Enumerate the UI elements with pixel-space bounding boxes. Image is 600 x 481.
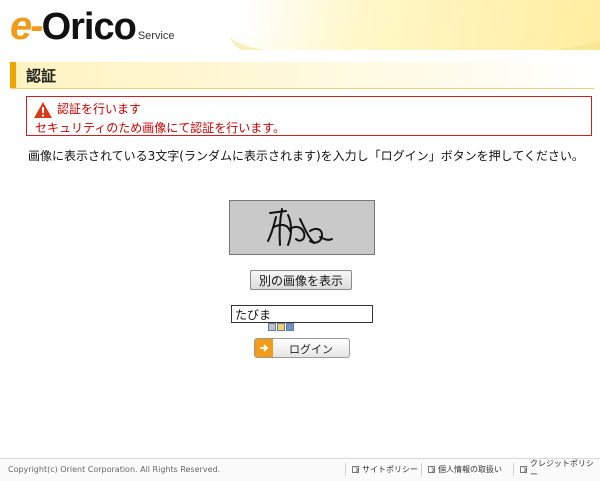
footer-link-site-policy[interactable]: サイトポリシー: [352, 462, 418, 476]
eorico-logo[interactable]: e- Orico Service: [10, 4, 175, 48]
footer-link-label: クレジットポリシー: [529, 459, 594, 479]
footer-link-label: 個人情報の取扱い: [438, 464, 502, 474]
link-arrow-icon: [352, 465, 359, 473]
instruction-text: 画像に表示されている3文字(ランダムに表示されます)を入力し「ログイン」ボタンを…: [28, 149, 584, 163]
footer-divider: [513, 463, 514, 476]
page-title: 認証: [26, 67, 57, 85]
footer-link-privacy[interactable]: 個人情報の取扱い: [428, 462, 502, 476]
login-button-label: ログイン: [289, 344, 333, 356]
link-arrow-icon: [428, 465, 435, 473]
login-button[interactable]: ログイン: [254, 338, 350, 358]
header-swoosh: [230, 0, 600, 50]
title-accent: [10, 62, 16, 88]
footer-link-label: サイトポリシー: [362, 464, 418, 474]
copyright-text: Copyright(c) Orient Corporation. All Rig…: [8, 465, 221, 474]
footer-divider: [345, 463, 346, 476]
show-other-image-button[interactable]: 別の画像を表示: [250, 270, 352, 290]
warning-triangle-icon: [34, 102, 52, 118]
arrow-right-icon: [255, 339, 273, 357]
ime-toolbar[interactable]: [268, 323, 294, 331]
alert-heading: 認証を行います: [57, 102, 142, 116]
page-title-bar: 認証: [10, 62, 594, 89]
logo-orico: Orico: [41, 6, 137, 48]
logo-e: e-: [10, 4, 44, 48]
alert-message: セキュリティのため画像にて認証を行います。: [35, 121, 286, 135]
ime-mode-icon[interactable]: [268, 323, 276, 331]
footer-divider: [421, 463, 422, 476]
logo-service: Service: [137, 30, 175, 42]
ime-settings-icon[interactable]: [286, 323, 294, 331]
link-arrow-icon: [520, 465, 527, 473]
alert-box: 認証を行います セキュリティのため画像にて認証を行います。: [26, 96, 592, 136]
ime-dictionary-icon[interactable]: [277, 323, 285, 331]
footer-link-credit-policy[interactable]: クレジットポリシー: [520, 459, 600, 479]
captcha-answer-input[interactable]: [231, 305, 373, 323]
footer: Copyright(c) Orient Corporation. All Rig…: [0, 458, 600, 481]
captcha-image: [229, 200, 375, 255]
header: e- Orico Service: [0, 0, 600, 50]
captcha-scribble: [267, 208, 333, 246]
